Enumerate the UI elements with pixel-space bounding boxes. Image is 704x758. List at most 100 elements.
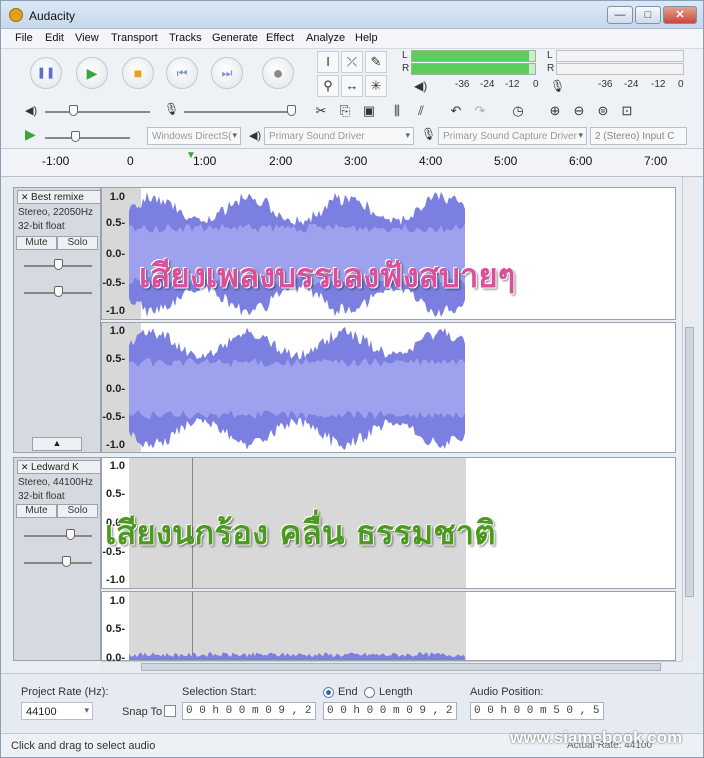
horizontal-scroll-thumb[interactable] (141, 663, 661, 671)
play-speed-thumb[interactable] (71, 131, 80, 142)
envelope-tool-button[interactable]: ⤫ (341, 51, 363, 73)
input-volume-thumb[interactable] (287, 105, 296, 116)
play-head-icon[interactable]: ▼ (186, 150, 196, 161)
skip-to-start-button[interactable]: ⏮ (166, 57, 198, 89)
zoom-out-icon[interactable]: ⊖ (568, 101, 590, 123)
input-volume-slider[interactable] (184, 111, 294, 113)
toolbar-area: ❚❚ ▶ ■ ⏮ ⏭ ● I ⤫ ✎ ⚲ ↔ ✳ L R -36 -24 -12… (1, 49, 703, 149)
multi-tool-button[interactable]: ✳ (365, 75, 387, 97)
end-radio[interactable] (323, 687, 334, 698)
track-name-menu[interactable]: ✕ Best remixe (17, 190, 101, 204)
play-meter-left[interactable] (411, 50, 536, 62)
pan-thumb[interactable] (62, 556, 71, 567)
microphone-icon[interactable]: 🎙 (550, 79, 565, 93)
recording-device-value: Primary Sound Capture Driver (443, 131, 577, 142)
recording-channels-value: 2 (Stereo) Input C (595, 131, 675, 142)
speaker-icon[interactable]: ◀) (414, 79, 427, 93)
playback-device-select[interactable]: Primary Sound Driver ▾ (264, 127, 414, 145)
vertical-scale-label: -0.5- (102, 277, 125, 289)
menu-help[interactable]: Help (355, 32, 378, 44)
close-track-icon[interactable]: ✕ (21, 192, 31, 202)
vertical-scrollbar[interactable] (682, 177, 696, 661)
vertical-scale-label: 1.0 (109, 595, 125, 607)
rec-meter-left[interactable] (556, 50, 684, 62)
menu-file[interactable]: File (15, 32, 33, 44)
watermark-text: www.siamebook.com (510, 728, 683, 747)
fit-project-icon[interactable]: ⊡ (616, 101, 638, 123)
vertical-scale-label: 0.0- (106, 383, 125, 395)
paste-icon[interactable]: ▣ (358, 101, 380, 123)
rec-meter-right[interactable] (556, 63, 684, 75)
pan-slider[interactable] (24, 562, 92, 564)
menu-generate[interactable]: Generate (212, 32, 258, 44)
play-meter-tick: 0 (533, 79, 539, 90)
selection-start-field[interactable]: 0 0 h 0 0 m 0 9 , 2 9 6 s (182, 702, 316, 720)
undo-icon[interactable]: ↶ (445, 101, 467, 123)
play-meter-left-fill (412, 51, 529, 61)
vertical-scroll-thumb[interactable] (685, 327, 694, 597)
skip-to-start-icon: ⏮ (176, 66, 188, 80)
draw-tool-button[interactable]: ✎ (365, 51, 387, 73)
waveform-channel-right[interactable] (101, 322, 676, 453)
gain-slider[interactable] (24, 535, 92, 537)
zoom-tool-button[interactable]: ⚲ (317, 75, 339, 97)
mute-button[interactable]: Mute (16, 504, 57, 518)
zoom-in-icon[interactable]: ⊕ (544, 101, 566, 123)
redo-icon[interactable]: ↷ (469, 101, 491, 123)
close-track-icon[interactable]: ✕ (21, 462, 31, 472)
project-rate-select[interactable]: 44100 ▾ (21, 702, 93, 720)
menu-effect[interactable]: Effect (266, 32, 294, 44)
pan-thumb[interactable] (54, 286, 63, 297)
snap-to-checkbox[interactable] (164, 705, 176, 717)
menu-transport[interactable]: Transport (111, 32, 158, 44)
minimize-button[interactable]: — (607, 6, 633, 24)
solo-button[interactable]: Solo (57, 236, 98, 250)
recording-channels-select[interactable]: 2 (Stereo) Input C (590, 127, 687, 145)
timeshift-tool-button[interactable]: ↔ (341, 75, 363, 97)
mute-button[interactable]: Mute (16, 236, 57, 250)
play-meter-right[interactable] (411, 63, 536, 75)
project-rate-label: Project Rate (Hz): (21, 686, 109, 698)
recording-device-select[interactable]: Primary Sound Capture Driver ▾ (438, 127, 587, 145)
collapse-track-icon[interactable]: ▲ (32, 437, 82, 451)
chevron-down-icon: ▾ (84, 705, 89, 715)
stop-button[interactable]: ■ (122, 57, 154, 89)
length-radio[interactable] (364, 687, 375, 698)
copy-icon[interactable]: ⎘ (334, 101, 356, 123)
gain-thumb[interactable] (54, 259, 63, 270)
menu-analyze[interactable]: Analyze (306, 32, 345, 44)
menu-view[interactable]: View (75, 32, 99, 44)
sync-lock-icon[interactable]: ◷ (507, 101, 529, 123)
fit-selection-icon[interactable]: ⊜ (592, 101, 614, 123)
output-volume-thumb[interactable] (69, 105, 78, 116)
play-speed-slider[interactable] (45, 137, 130, 139)
play-meter-left-label: L (402, 50, 408, 61)
waveform-right (129, 327, 465, 450)
solo-button[interactable]: Solo (57, 504, 98, 518)
audio-host-select[interactable]: Windows DirectS(▾ (147, 127, 241, 145)
selection-tool-button[interactable]: I (317, 51, 339, 73)
pause-button[interactable]: ❚❚ (30, 57, 62, 89)
horizontal-scrollbar[interactable] (101, 661, 682, 673)
vertical-scale-label: 0.5- (106, 623, 125, 635)
close-button[interactable]: ✕ (663, 6, 697, 24)
track-name-menu[interactable]: ✕ Ledward K (17, 460, 101, 474)
audio-position-field[interactable]: 0 0 h 0 0 m 5 0 , 5 7 6 s (470, 702, 604, 720)
selection-end-field[interactable]: 0 0 h 0 0 m 0 9 , 2 9 6 s (323, 702, 457, 720)
record-button[interactable]: ● (262, 57, 294, 89)
menu-tracks[interactable]: Tracks (169, 32, 202, 44)
output-volume-slider[interactable] (45, 111, 150, 113)
maximize-button[interactable]: □ (635, 6, 661, 24)
waveform-channel-right[interactable] (101, 591, 676, 661)
cut-icon[interactable]: ✂ (310, 101, 332, 123)
play-at-speed-icon[interactable]: ▶ (25, 126, 36, 143)
play-button[interactable]: ▶ (76, 57, 108, 89)
gain-thumb[interactable] (66, 529, 75, 540)
menu-edit[interactable]: Edit (45, 32, 64, 44)
skip-to-end-button[interactable]: ⏭ (211, 57, 243, 89)
ruler-tick: 3:00 (344, 154, 368, 168)
trim-icon[interactable]: ⫼ (386, 101, 408, 123)
vertical-scale-label: -0.5- (102, 411, 125, 423)
silence-icon[interactable]: ⫽ (410, 101, 432, 123)
timeline-ruler[interactable]: -1:00 0 1:00 2:00 3:00 4:00 5:00 6:00 7:… (1, 149, 703, 177)
